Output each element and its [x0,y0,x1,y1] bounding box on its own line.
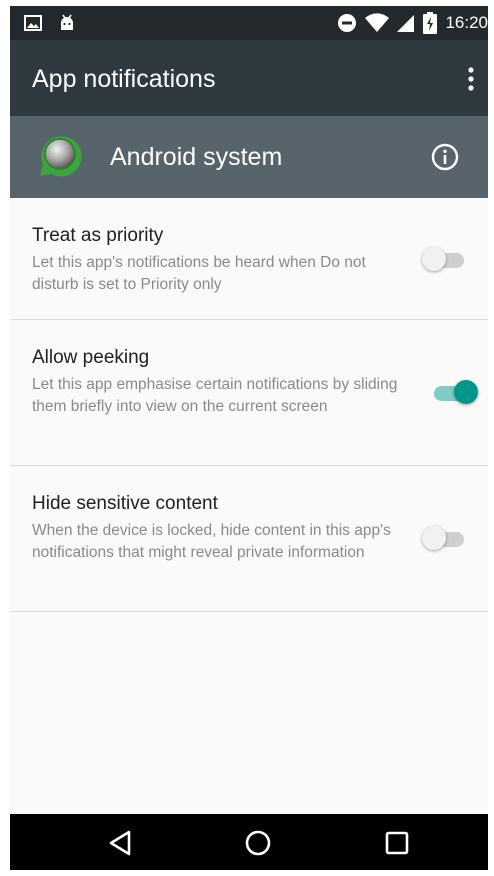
setting-treat-as-priority[interactable]: Treat as priority Let this app's notific… [10,198,488,320]
settings-list: Treat as priority Let this app's notific… [10,198,488,612]
switch-thumb [422,526,446,550]
wifi-icon [365,13,390,32]
app-name: Android system [110,143,283,171]
do-not-disturb-icon [338,14,357,32]
setting-allow-peeking[interactable]: Allow peeking Let this app emphasise cer… [10,320,488,466]
setting-title: Hide sensitive content [32,493,218,514]
image-icon [24,15,42,31]
toolbar: App notifications [10,40,488,116]
recents-icon[interactable] [382,828,412,858]
screen: 16:20 App notifications Android system T… [10,6,488,870]
signal-icon [397,15,415,32]
battery-charging-icon [423,12,438,34]
android-icon [61,14,73,30]
priority-toggle[interactable] [422,245,470,275]
page-title: App notifications [32,65,216,93]
setting-subtitle: When the device is locked, hide content … [32,522,391,561]
status-time: 16:20 [445,13,488,32]
status-bar: 16:20 [10,6,488,40]
switch-thumb [422,247,446,271]
navigation-bar [10,814,488,870]
setting-subtitle: Let this app emphasise certain notificat… [32,376,398,415]
app-header: Android system [10,116,488,198]
setting-title: Allow peeking [32,347,150,368]
setting-title: Treat as priority [32,225,164,246]
sensitive-content-toggle[interactable] [422,524,470,554]
info-icon[interactable] [430,142,460,172]
more-vert-icon[interactable] [464,64,478,94]
switch-thumb [454,380,478,404]
home-icon[interactable] [243,828,273,858]
setting-hide-sensitive-content[interactable]: Hide sensitive content When the device i… [10,466,488,612]
android-system-icon [40,136,82,177]
peeking-toggle[interactable] [430,378,478,408]
back-icon[interactable] [106,828,136,858]
setting-subtitle: Let this app's notifications be heard wh… [32,254,366,293]
